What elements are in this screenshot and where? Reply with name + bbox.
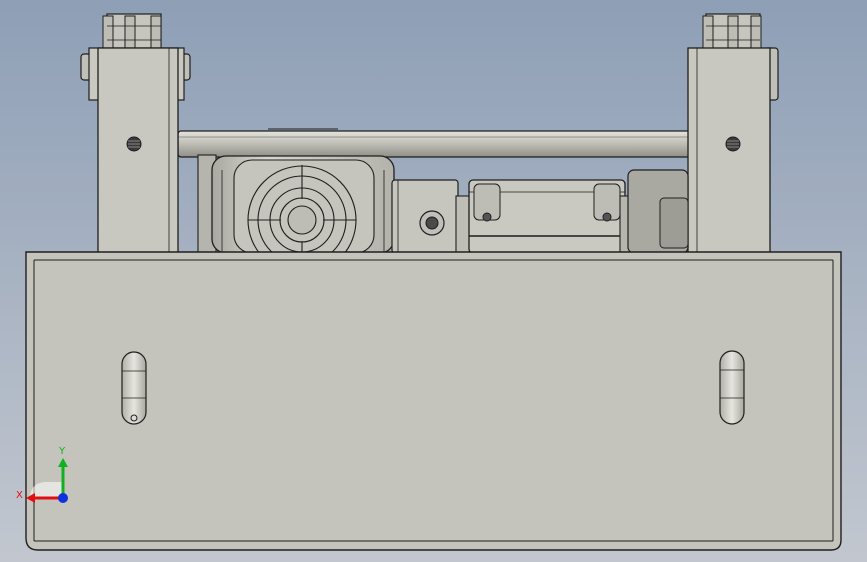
axis-label-x: X: [16, 490, 23, 501]
cad-graphics-viewport[interactable]: Y X: [0, 0, 867, 562]
right-mounting-slot: [719, 350, 745, 425]
motor-housing[interactable]: [197, 154, 395, 254]
left-support-post[interactable]: [80, 13, 191, 254]
axis-label-y: Y: [58, 446, 66, 457]
assembly-view: Y X: [0, 0, 867, 562]
horizontal-rod[interactable]: [177, 128, 691, 158]
left-mounting-slot: [121, 351, 147, 425]
output-flange[interactable]: [619, 169, 689, 254]
left-post-screw: [126, 136, 142, 152]
gearbox[interactable]: [468, 179, 626, 254]
right-support-post[interactable]: [687, 13, 779, 254]
base-plate[interactable]: [25, 251, 842, 551]
right-post-screw: [725, 136, 741, 152]
